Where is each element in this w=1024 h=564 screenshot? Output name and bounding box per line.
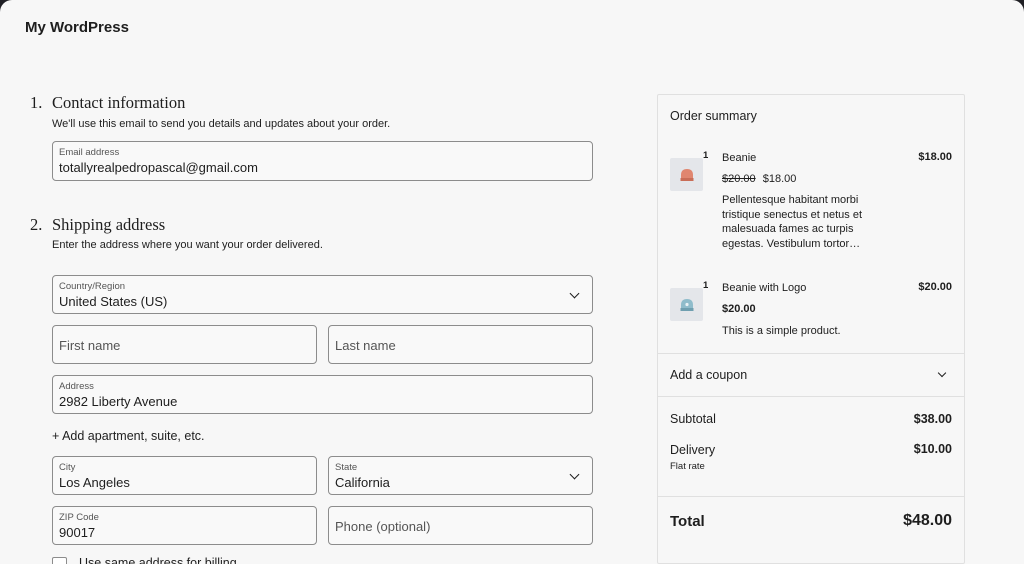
email-label: Email address	[59, 147, 120, 158]
contact-section-title: Contact information	[52, 93, 186, 112]
delivery-label: Delivery	[670, 443, 716, 457]
shipping-description: Enter the address where you want your or…	[52, 239, 323, 251]
beanie-image-icon	[680, 168, 693, 181]
shipping-step-number: 2.	[30, 215, 43, 234]
first-name-field[interactable]: First name	[52, 325, 317, 364]
subtotal-value: $38.00	[913, 412, 952, 426]
add-apartment-link[interactable]: + Add apartment, suite, etc.	[52, 429, 205, 443]
subtotal-label: Subtotal	[670, 412, 716, 426]
item-price: $20.00 $18.00	[722, 173, 796, 185]
chevron-down-icon[interactable]	[937, 368, 947, 378]
item-sale-price: $18.00	[762, 173, 797, 185]
state-value: California	[335, 475, 390, 490]
item-name: Beanie	[722, 152, 757, 164]
delivery-method: Flat rate	[670, 461, 705, 472]
product-thumbnail	[670, 288, 703, 321]
checkout-page: My WordPress 1. Contact information We'l…	[0, 0, 1024, 564]
item-quantity: 1	[703, 280, 709, 291]
zip-value: 90017	[59, 525, 96, 540]
beanie-logo-image-icon	[680, 298, 693, 311]
item-total: $20.00	[918, 281, 952, 293]
order-summary: Order summary 1 Beanie $18.00 $20.00 $18…	[657, 94, 965, 564]
divider	[658, 353, 964, 354]
city-value: Los Angeles	[59, 475, 130, 490]
site-title[interactable]: My WordPress	[25, 19, 129, 36]
total-label: Total	[670, 513, 705, 530]
item-description: This is a simple product.	[722, 325, 841, 337]
phone-placeholder: Phone (optional)	[335, 519, 431, 534]
address-value: 2982 Liberty Avenue	[59, 394, 178, 409]
email-value: totallyrealpedropascal@gmail.com	[59, 160, 258, 175]
contact-section-heading: 1. Contact information	[30, 93, 185, 113]
delivery-value: $10.00	[913, 442, 952, 456]
first-name-placeholder: First name	[59, 338, 121, 353]
zip-label: ZIP Code	[59, 512, 99, 523]
country-label: Country/Region	[59, 281, 126, 292]
last-name-field[interactable]: Last name	[328, 325, 593, 364]
last-name-placeholder: Last name	[335, 338, 396, 353]
email-field[interactable]: Email address totallyrealpedropascal@gma…	[52, 141, 593, 181]
item-quantity: 1	[703, 150, 709, 161]
address-field[interactable]: Address 2982 Liberty Avenue	[52, 375, 593, 414]
total-value: $48.00	[903, 512, 952, 529]
chevron-down-icon	[569, 288, 580, 299]
contact-description: We'll use this email to send you details…	[52, 118, 391, 130]
country-value: United States (US)	[59, 294, 168, 309]
address-label: Address	[59, 381, 94, 392]
add-coupon-toggle[interactable]: Add a coupon	[670, 368, 747, 382]
billing-same-checkbox[interactable]	[52, 557, 67, 564]
item-price: $20.00	[722, 303, 756, 315]
divider	[658, 396, 964, 397]
order-summary-title: Order summary	[670, 109, 757, 123]
item-total: $18.00	[918, 151, 952, 163]
chevron-down-icon	[569, 469, 580, 480]
city-label: City	[59, 462, 76, 473]
phone-field[interactable]: Phone (optional)	[328, 506, 593, 545]
item-regular-price: $20.00	[722, 173, 756, 185]
contact-step-number: 1.	[30, 93, 43, 112]
state-label: State	[335, 462, 358, 473]
country-select[interactable]: Country/Region United States (US)	[52, 275, 593, 314]
item-description: Pellentesque habitant morbi tristique se…	[722, 194, 863, 250]
billing-same-label[interactable]: Use same address for billing	[79, 556, 237, 564]
item-name: Beanie with Logo	[722, 282, 807, 294]
divider	[658, 496, 964, 497]
product-thumbnail	[670, 158, 703, 191]
zip-field[interactable]: ZIP Code 90017	[52, 506, 317, 545]
city-field[interactable]: City Los Angeles	[52, 456, 317, 495]
shipping-section-title: Shipping address	[52, 215, 166, 234]
shipping-section-heading: 2. Shipping address	[30, 215, 165, 235]
state-select[interactable]: State California	[328, 456, 593, 495]
